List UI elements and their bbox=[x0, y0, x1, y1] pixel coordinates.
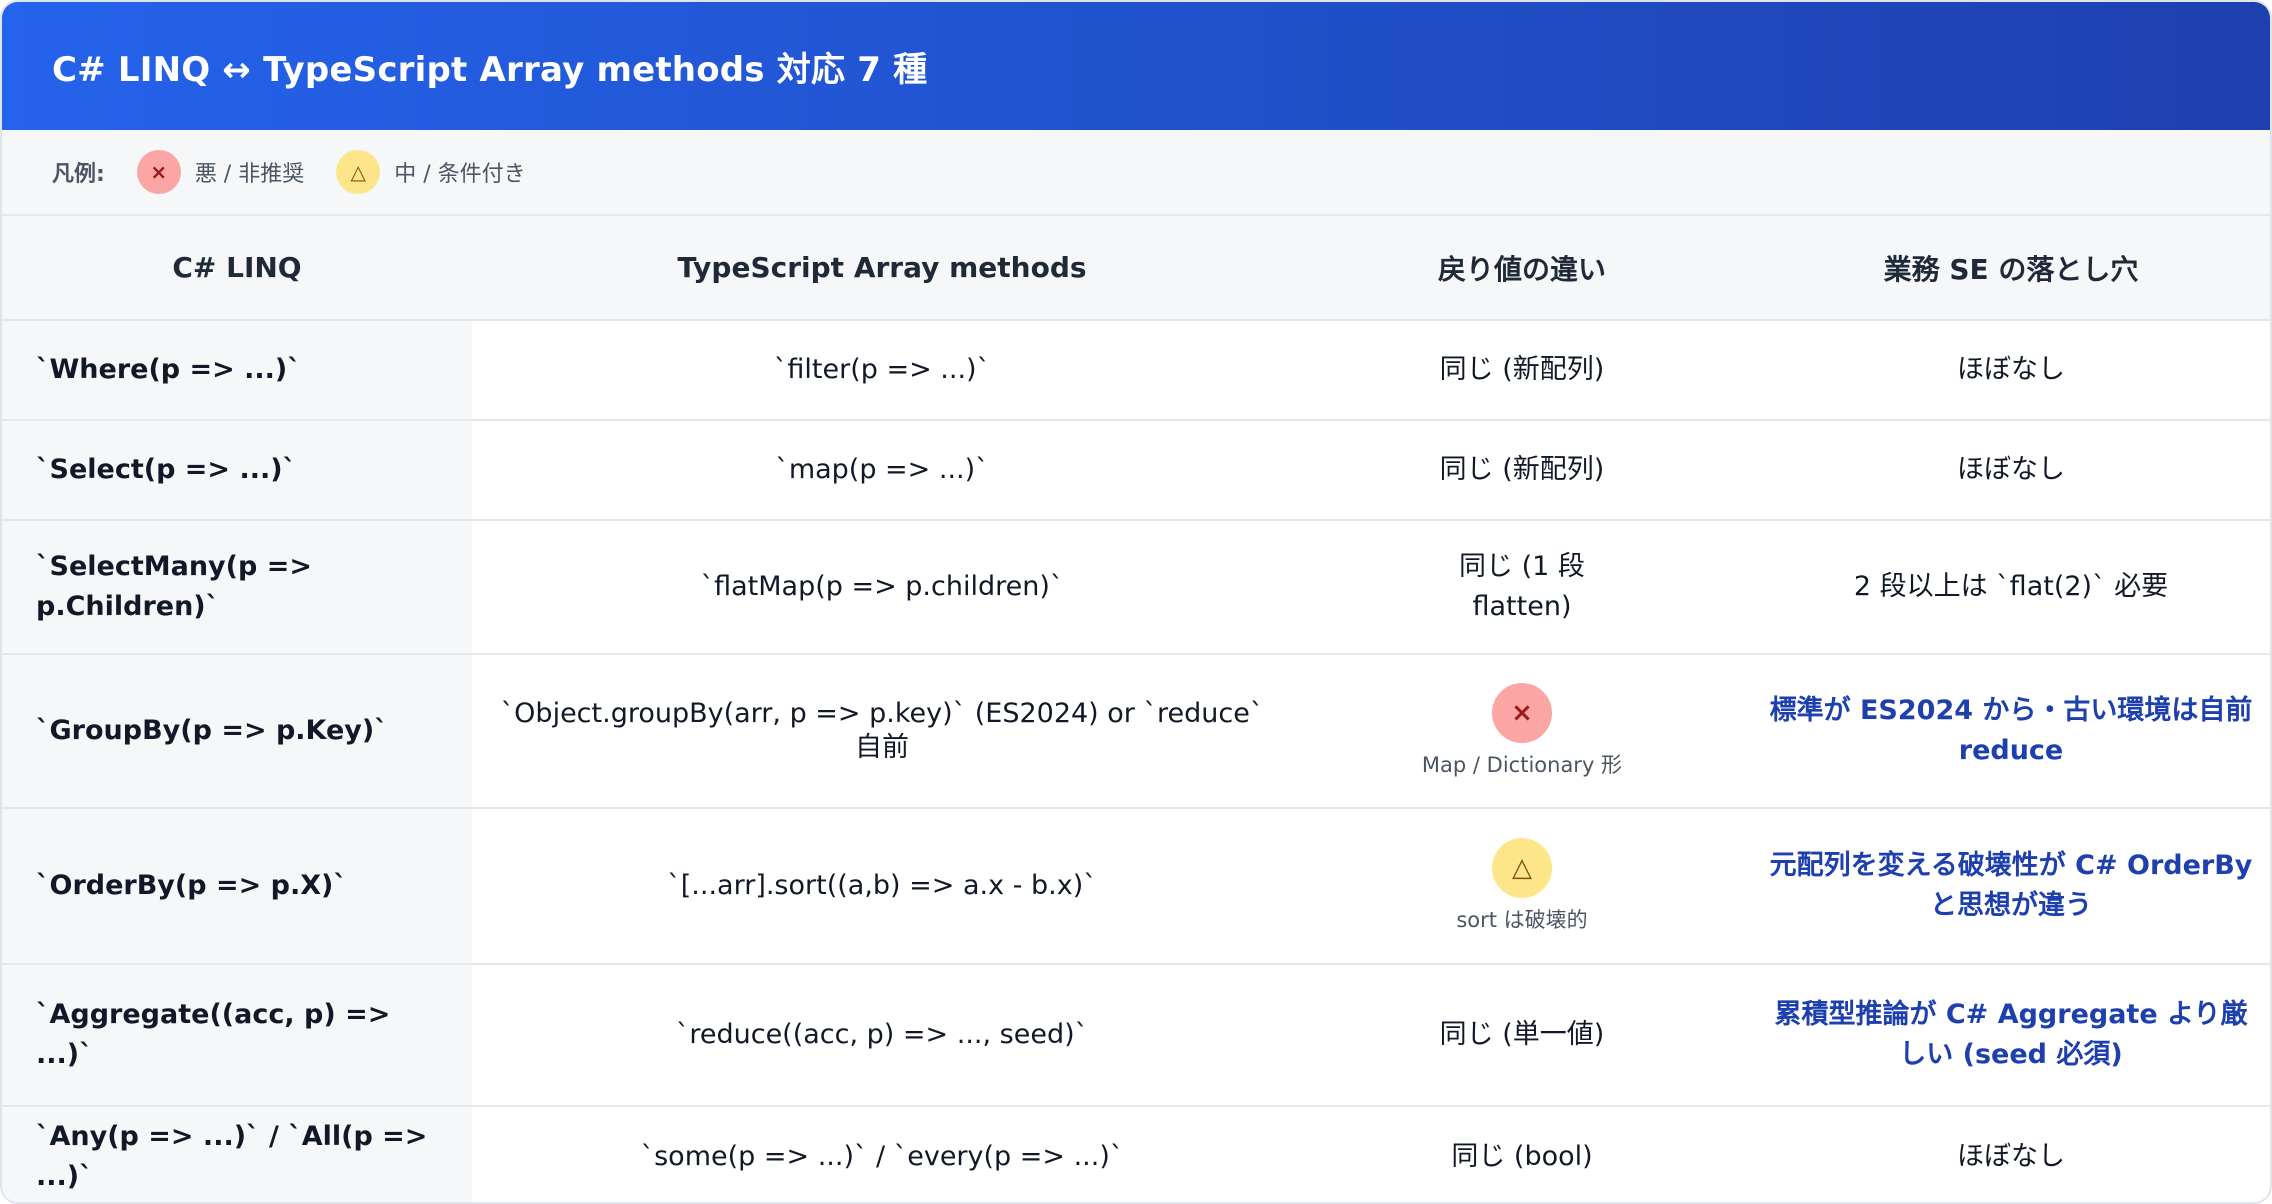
return-cell: 同じ (新配列) bbox=[1292, 320, 1752, 421]
linq-cell: `Select(p => ...)` bbox=[2, 420, 472, 521]
card-header: C# LINQ ↔ TypeScript Array methods 対応 7 … bbox=[2, 2, 2270, 130]
table-row: `Aggregate((acc, p) => ...)` `reduce((ac… bbox=[2, 964, 2270, 1107]
legend-item-mid: △ 中 / 条件付き bbox=[336, 150, 526, 194]
linq-cell: `Aggregate((acc, p) => ...)` bbox=[2, 964, 472, 1107]
table-row: `OrderBy(p => p.X)` `[...arr].sort((a,b)… bbox=[2, 808, 2270, 965]
column-header-pitfall: 業務 SE の落とし穴 bbox=[1752, 216, 2270, 321]
pitfall-cell: ほぼなし bbox=[1752, 420, 2270, 521]
column-header-return: 戻り値の違い bbox=[1292, 216, 1752, 321]
column-header-ts: TypeScript Array methods bbox=[472, 216, 1292, 321]
pitfall-cell: ほぼなし bbox=[1957, 1140, 2065, 1172]
linq-cell: `Where(p => ...)` bbox=[2, 320, 472, 421]
linq-cell: `GroupBy(p => p.Key)` bbox=[2, 654, 472, 809]
pitfall-cell-warning: 元配列を変える破壊性が C# OrderBy と思想が違う bbox=[1752, 808, 2270, 965]
return-cell-with-badge: △ sort は破壊的 bbox=[1292, 808, 1752, 965]
legend-text-mid: 中 / 条件付き bbox=[394, 162, 526, 187]
linq-cell: `OrderBy(p => p.X)` bbox=[2, 808, 472, 965]
pitfall-cell-warning: 累積型推論が C# Aggregate より厳しい (seed 必須) bbox=[1752, 964, 2270, 1107]
comparison-card: C# LINQ ↔ TypeScript Array methods 対応 7 … bbox=[0, 0, 2272, 1204]
ts-cell: `flatMap(p => p.children)` bbox=[472, 520, 1292, 655]
legend-item-bad: × 悪 / 非推奨 bbox=[136, 150, 305, 194]
triangle-icon: △ bbox=[1492, 838, 1552, 898]
return-note: Map / Dictionary 形 bbox=[1421, 753, 1623, 777]
page-title: C# LINQ ↔ TypeScript Array methods 対応 7 … bbox=[52, 49, 928, 90]
cross-icon: × bbox=[1492, 683, 1552, 743]
linq-cell: `Any(p => ...)` / `All(p => ...)` bbox=[2, 1106, 472, 1202]
legend-bar: 凡例: × 悪 / 非推奨 △ 中 / 条件付き bbox=[2, 130, 2270, 216]
pitfall-cell: 2 段以上は `flat(2)` 必要 bbox=[1752, 520, 2270, 655]
legend-text-bad: 悪 / 非推奨 bbox=[194, 162, 305, 187]
column-header-linq: C# LINQ bbox=[2, 216, 472, 321]
return-cell: 同じ (bool) bbox=[1451, 1140, 1593, 1172]
pitfall-cell: ほぼなし bbox=[1752, 320, 2270, 421]
cross-icon: × bbox=[136, 150, 181, 194]
ts-cell: `filter(p => ...)` bbox=[472, 320, 1292, 421]
triangle-icon: △ bbox=[336, 150, 381, 194]
return-cell: 同じ (新配列) bbox=[1292, 420, 1752, 521]
mapping-table: C# LINQ TypeScript Array methods 戻り値の違い … bbox=[2, 216, 2270, 1202]
legend-label: 凡例: bbox=[52, 162, 105, 187]
ts-cell: `reduce((acc, p) => ..., seed)` bbox=[472, 964, 1292, 1107]
pitfall-cell-warning: 標準が ES2024 から・古い環境は自前 reduce bbox=[1752, 654, 2270, 809]
table-row: `SelectMany(p => p.Children)` `flatMap(p… bbox=[2, 520, 2270, 655]
return-note: sort は破壊的 bbox=[1456, 908, 1588, 932]
ts-cell: `Object.groupBy(arr, p => p.key)` (ES202… bbox=[472, 654, 1292, 809]
ts-cell: `some(p => ...)` / `every(p => ...)` bbox=[640, 1140, 1124, 1172]
ts-cell: `map(p => ...)` bbox=[472, 420, 1292, 521]
return-cell-with-badge: × Map / Dictionary 形 bbox=[1292, 654, 1752, 809]
table-header-row: C# LINQ TypeScript Array methods 戻り値の違い … bbox=[2, 216, 2270, 321]
table-row: `Where(p => ...)` `filter(p => ...)` 同じ … bbox=[2, 320, 2270, 421]
table-row: `Any(p => ...)` / `All(p => ...)` `some(… bbox=[2, 1106, 2270, 1202]
return-cell: 同じ (1 段 flatten) bbox=[1292, 520, 1752, 655]
ts-cell: `[...arr].sort((a,b) => a.x - b.x)` bbox=[472, 808, 1292, 965]
linq-cell: `SelectMany(p => p.Children)` bbox=[2, 520, 472, 655]
return-cell: 同じ (単一値) bbox=[1292, 964, 1752, 1107]
table-row: `Select(p => ...)` `map(p => ...)` 同じ (新… bbox=[2, 420, 2270, 521]
table-row: `GroupBy(p => p.Key)` `Object.groupBy(ar… bbox=[2, 654, 2270, 809]
